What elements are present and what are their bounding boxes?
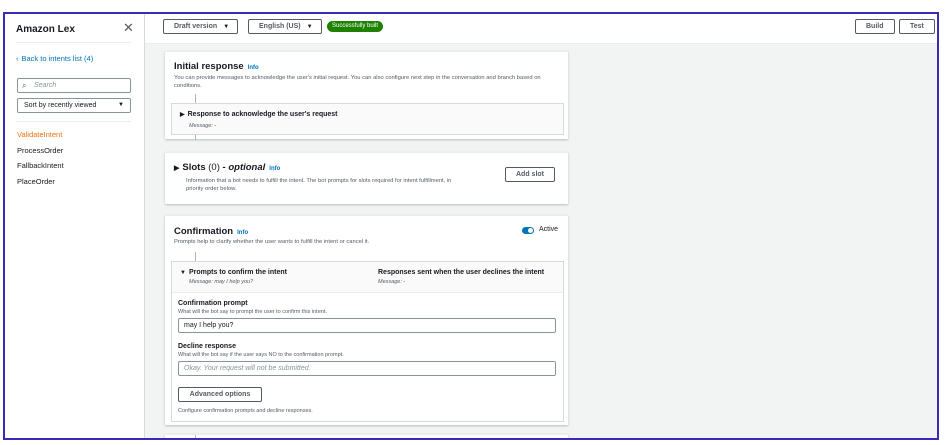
search-icon: ⌕: [22, 81, 27, 90]
slots-description: Information that a bot needs to fulfill …: [186, 178, 452, 192]
decline-message: Message: -: [378, 279, 406, 285]
confirmation-section-header: [172, 262, 563, 293]
flow-connector: [195, 435, 196, 438]
caret-down-icon: ▼: [306, 24, 313, 30]
active-label: Active: [539, 226, 559, 233]
acknowledge-response-message: Message: -: [189, 123, 217, 129]
decline-response-label: Decline response: [178, 343, 236, 350]
search-input[interactable]: ⌕ Search: [17, 78, 131, 93]
slots-title-text: Slots: [182, 162, 206, 173]
test-button[interactable]: Test: [899, 19, 935, 34]
confirmation-footer-text: Configure confirmation prompts and decli…: [178, 408, 313, 414]
slots-panel: ▶ Slots (0) - optional Info Information th…: [165, 152, 568, 204]
caret-right-icon[interactable]: ▶: [174, 165, 179, 172]
sidebar-title: Amazon Lex: [16, 24, 75, 35]
initial-response-panel: Initial response Info You can provide mes…: [165, 51, 568, 140]
confirmation-prompt-description: What will the bot say to prompt the user…: [178, 309, 327, 315]
caret-down-icon: ▼: [223, 24, 230, 30]
next-panel: [165, 434, 568, 438]
version-label: Draft version: [174, 23, 218, 30]
sort-select[interactable]: Sort by recently viewed ▼: [17, 98, 131, 113]
initial-response-title-text: Initial response: [174, 61, 244, 72]
caret-down-icon: ▼: [118, 102, 124, 108]
top-bar: Draft version ▼ English (US) ▼ Successfull…: [145, 14, 937, 44]
prompts-header-label: Prompts to confirm the intent: [188, 269, 287, 276]
add-slot-button[interactable]: Add slot: [505, 167, 555, 182]
language-dropdown[interactable]: English (US) ▼: [248, 19, 322, 34]
build-status-badge: Successfully built: [327, 21, 384, 32]
back-link-label: Back to intents list (4): [21, 54, 94, 63]
intent-item-validateintent[interactable]: ValidateIntent: [17, 130, 64, 146]
intent-item-processorder[interactable]: ProcessOrder: [17, 146, 64, 162]
sidebar-divider: [16, 121, 131, 122]
build-button[interactable]: Build: [855, 19, 895, 34]
intent-item-placeorder[interactable]: PlaceOrder: [17, 177, 64, 193]
initial-response-description: You can provide messages to acknowledge …: [174, 75, 541, 89]
acknowledge-response-label: Response to acknowledge the user's reque…: [187, 111, 338, 118]
slots-optional: - optional: [222, 162, 266, 173]
confirmation-title-text: Confirmation: [174, 226, 234, 237]
caret-down-icon: ▼: [180, 270, 186, 276]
caret-right-icon: ▶: [180, 112, 185, 118]
back-to-intents-link[interactable]: ‹ Back to intents list (4): [16, 54, 93, 63]
info-link[interactable]: Info: [237, 230, 248, 236]
language-label: English (US): [259, 23, 301, 30]
confirmation-title: Confirmation Info: [174, 226, 248, 237]
prompts-header[interactable]: ▼ Prompts to confirm the intent: [180, 269, 287, 276]
sidebar: Amazon Lex ✕ ‹ Back to intents list (4) ⌕…: [5, 14, 145, 438]
confirmation-section: ▼ Prompts to confirm the intent Message: …: [171, 261, 564, 422]
active-toggle[interactable]: [522, 227, 534, 234]
initial-response-title: Initial response Info: [174, 61, 259, 72]
decline-response-description: What will the bot say if the user says N…: [178, 352, 344, 358]
prompts-message: Message: may I help you?: [189, 279, 254, 285]
decline-header: Responses sent when the user declines th…: [378, 269, 545, 276]
info-link[interactable]: Info: [269, 166, 280, 172]
flow-connector: [195, 135, 196, 140]
acknowledge-response-header: ▶ Response to acknowledge the user's requ…: [180, 111, 338, 118]
confirmation-prompt-input[interactable]: may I help you?: [178, 318, 556, 333]
decline-response-input[interactable]: Okay. Your request will not be submitted…: [178, 361, 556, 376]
slots-title: ▶ Slots (0) - optional Info: [174, 162, 280, 173]
confirmation-panel: Confirmation Info Prompts help to clarify…: [165, 215, 568, 425]
intent-list: ValidateIntent ProcessOrder FallbackInte…: [17, 130, 64, 192]
confirmation-prompt-label: Confirmation prompt: [178, 300, 248, 307]
version-dropdown[interactable]: Draft version ▼: [163, 19, 239, 34]
advanced-options-button[interactable]: Advanced options: [178, 387, 262, 402]
info-link[interactable]: Info: [248, 65, 259, 71]
sidebar-divider: [16, 42, 131, 43]
slots-count: (0): [208, 162, 220, 173]
search-placeholder: Search: [34, 82, 57, 89]
close-icon[interactable]: ✕: [123, 21, 134, 34]
acknowledge-response-row[interactable]: ▶ Response to acknowledge the user's requ…: [171, 103, 564, 135]
intent-item-fallbackintent[interactable]: FallbackIntent: [17, 161, 64, 177]
chevron-left-icon: ‹: [16, 54, 19, 63]
confirmation-description: Prompts help to clarify whether the user…: [174, 239, 370, 245]
sort-label: Sort by recently viewed: [24, 102, 97, 109]
app-frame: Amazon Lex ✕ ‹ Back to intents list (4) ⌕…: [3, 12, 939, 440]
